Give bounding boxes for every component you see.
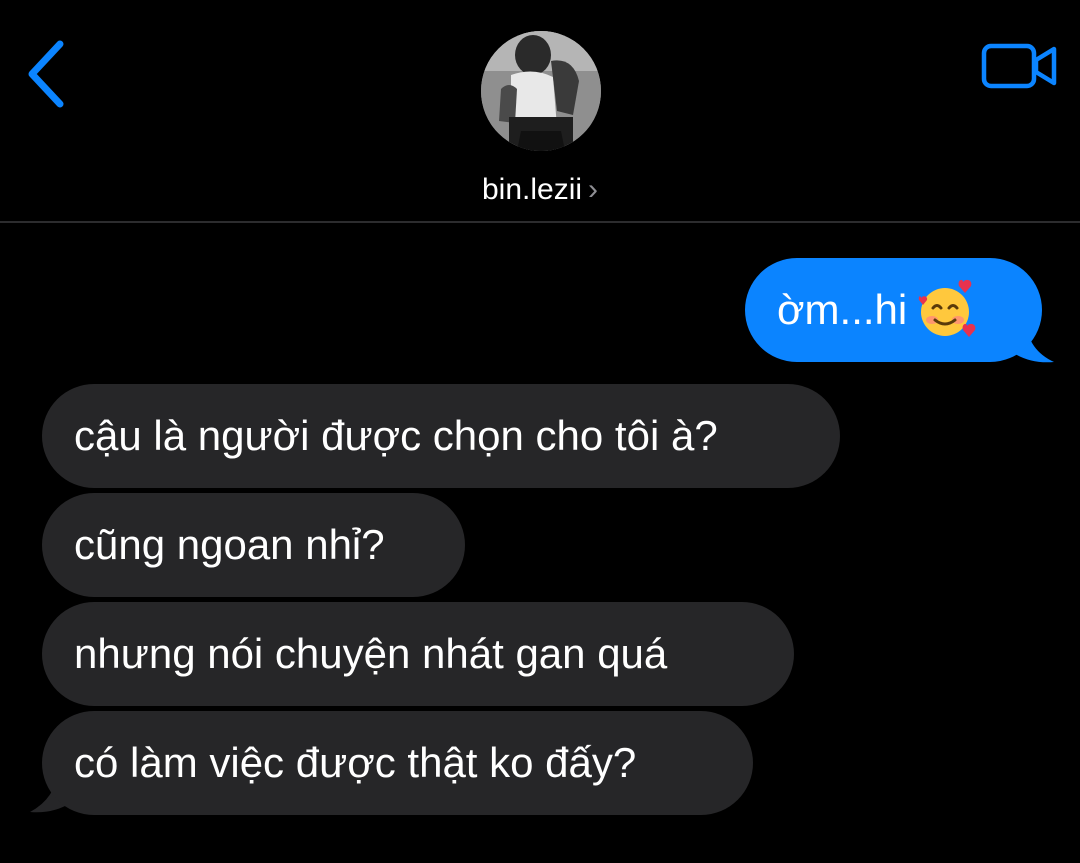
- message-text: có làm việc được thật ko đấy?: [74, 739, 637, 786]
- message-text: nhưng nói chuyện nhát gan quá: [74, 630, 668, 677]
- chat-header: bin.lezii ›: [0, 0, 1080, 223]
- message-text: cậu là người được chọn cho tôi à?: [74, 412, 718, 459]
- chevron-right-icon: ›: [588, 173, 599, 206]
- message-text: ờm...hi: [777, 286, 908, 333]
- contact-name-row[interactable]: bin.lezii ›: [0, 168, 1080, 212]
- message-bubble-received[interactable]: cậu là người được chọn cho tôi à?: [42, 384, 840, 488]
- contact-avatar[interactable]: [481, 31, 601, 151]
- back-chevron-icon[interactable]: [18, 34, 78, 114]
- smiling-face-with-hearts-icon: [919, 279, 976, 337]
- video-camera-icon[interactable]: [980, 40, 1060, 92]
- message-bubble-sent[interactable]: ờm...hi: [745, 258, 1042, 362]
- message-bubble-received[interactable]: nhưng nói chuyện nhát gan quá: [42, 602, 794, 706]
- contact-name: bin.lezii: [481, 173, 583, 206]
- message-bubble-received[interactable]: có làm việc được thật ko đấy?: [42, 711, 753, 815]
- message-bubble-received[interactable]: cũng ngoan nhỉ?: [42, 493, 465, 597]
- avatar-photo: [481, 31, 601, 151]
- message-text: cũng ngoan nhỉ?: [74, 521, 385, 568]
